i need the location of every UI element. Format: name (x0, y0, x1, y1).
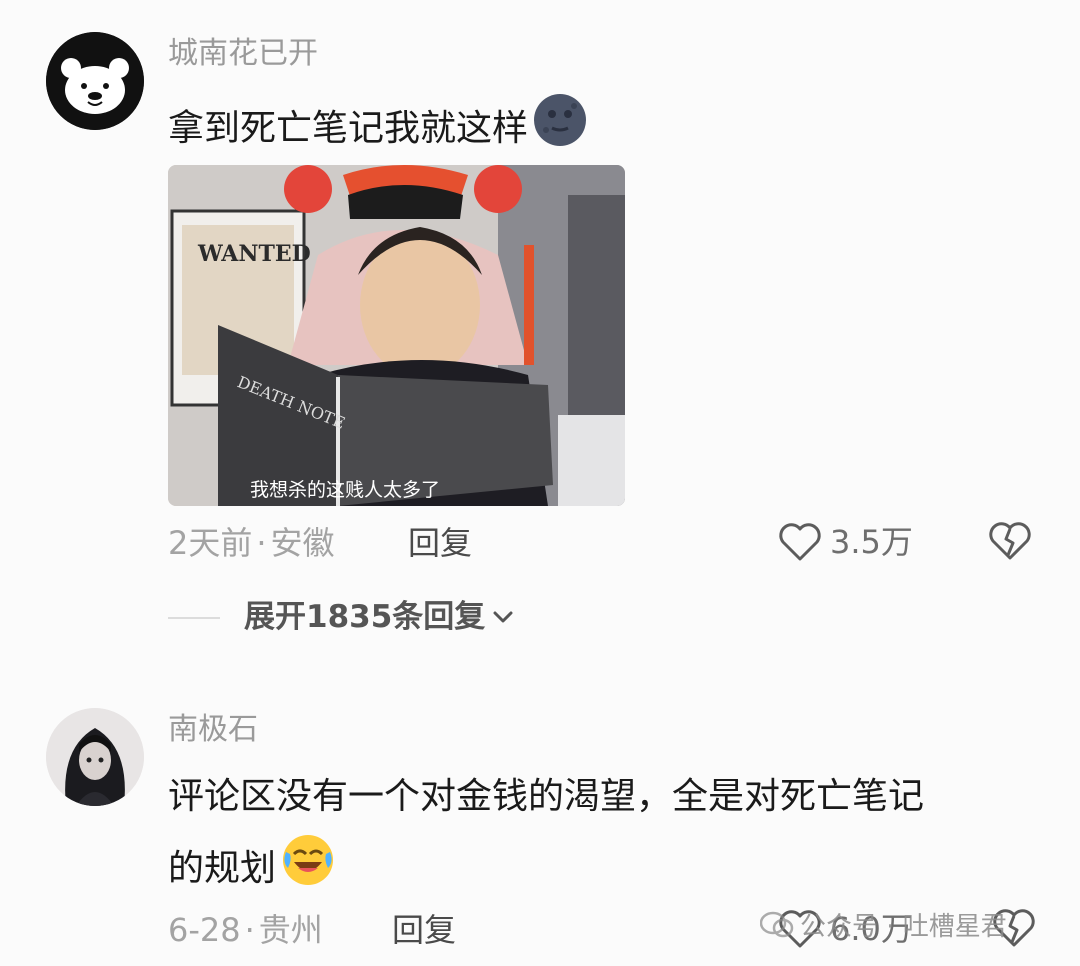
expand-replies-button[interactable]: 展开1835条回复 (244, 597, 515, 637)
comment-text-line-1: 评论区没有一个对金钱的渴望，全是对死亡笔记 (168, 776, 925, 817)
dislike-button[interactable] (988, 521, 1032, 565)
comment-time: 2天前 (168, 524, 253, 562)
expand-replies-label: 展开1835条回复 (244, 599, 486, 635)
poster-title: WANTED (198, 241, 311, 267)
comment-text-content: 的规划 (168, 848, 277, 889)
watermark: 公众号 · 吐槽星君 (760, 906, 1007, 943)
comment-location: 安徽 (270, 524, 335, 562)
watermark-text: 公众号 · 吐槽星君 (800, 912, 1007, 942)
like-count: 3.5万 (830, 523, 913, 561)
comment-location: 贵州 (258, 911, 323, 949)
anime-girl-avatar-icon (46, 708, 144, 806)
expand-divider (168, 617, 220, 619)
comment-text-content: 拿到死亡笔记我就这样 (168, 108, 529, 149)
like-button[interactable]: 3.5万 (778, 519, 913, 565)
comment-time: 6-28 (168, 911, 241, 949)
wechat-icon (760, 911, 794, 937)
rolling-laughing-emoji (280, 832, 336, 908)
meta-separator: · (256, 524, 267, 562)
comment-meta: 6-28 · 贵州 (168, 910, 323, 950)
full-moon-face-emoji (532, 92, 588, 168)
meta-separator: · (244, 911, 255, 949)
username[interactable]: 城南花已开 (168, 36, 318, 72)
username[interactable]: 南极石 (168, 712, 258, 748)
comment-media[interactable]: WANTED DEATH NOTE 我想杀的这贱人太多了 (168, 165, 625, 506)
comment-text-line-2: 的规划 (168, 832, 336, 908)
reply-button[interactable]: 回复 (392, 910, 456, 950)
avatar[interactable] (46, 708, 144, 806)
comment-meta: 2天前 · 安徽 (168, 523, 335, 563)
heart-outline-icon (779, 523, 821, 561)
bear-avatar-icon (46, 32, 144, 130)
video-caption: 我想杀的这贱人太多了 (250, 479, 441, 501)
comment-text: 拿到死亡笔记我就这样 (168, 92, 588, 168)
reply-button[interactable]: 回复 (408, 523, 472, 563)
chevron-down-icon (493, 611, 513, 623)
video-thumbnail (168, 165, 625, 506)
broken-heart-icon (989, 522, 1031, 560)
avatar[interactable] (46, 32, 144, 130)
